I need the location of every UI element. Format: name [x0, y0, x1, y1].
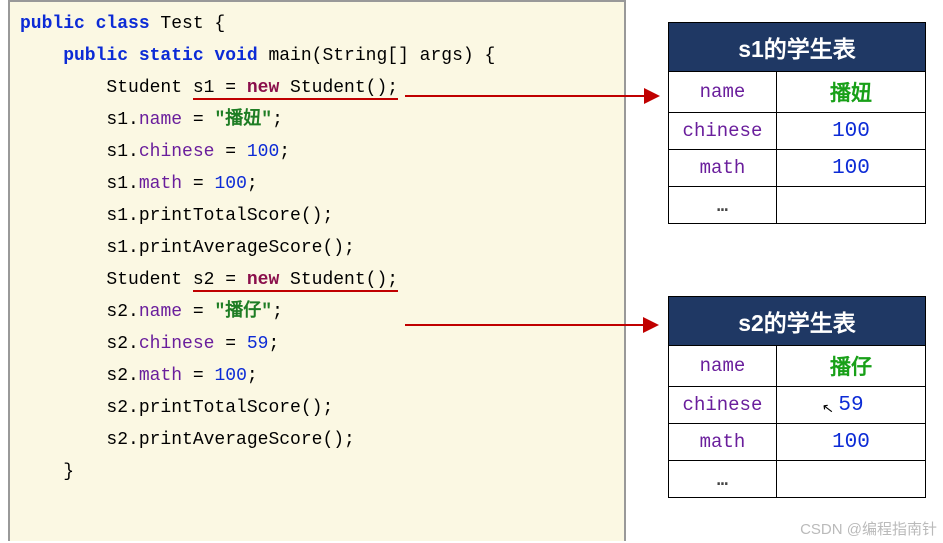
- watermark: CSDN @编程指南针: [800, 518, 937, 539]
- table-row: name播仔: [669, 346, 926, 387]
- code-rest: Test {: [150, 14, 226, 34]
- table-row: math100: [669, 424, 926, 461]
- table-row: math100: [669, 150, 926, 187]
- code-panel: public class Test { public static void m…: [8, 0, 626, 541]
- table-header: s1的学生表: [669, 23, 926, 72]
- table-header: s2的学生表: [669, 297, 926, 346]
- code-line-s2-new: Student s2 = new Student();: [20, 264, 624, 296]
- s2-student-table: s2的学生表 name播仔 chinese59 math100 …: [668, 296, 926, 498]
- table-row: …: [669, 187, 926, 224]
- code-rest: main(String[] args) {: [258, 46, 496, 66]
- table-row: …: [669, 461, 926, 498]
- table-row: chinese59: [669, 387, 926, 424]
- code-line-s1-new: Student s1 = new Student();: [20, 72, 624, 104]
- table-row: chinese100: [669, 113, 926, 150]
- kw-public-static-void: public static void: [20, 46, 258, 66]
- s1-student-table: s1的学生表 name播妞 chinese100 math100 …: [668, 22, 926, 224]
- table-row: name播妞: [669, 72, 926, 113]
- kw-public-class: public class: [20, 14, 150, 34]
